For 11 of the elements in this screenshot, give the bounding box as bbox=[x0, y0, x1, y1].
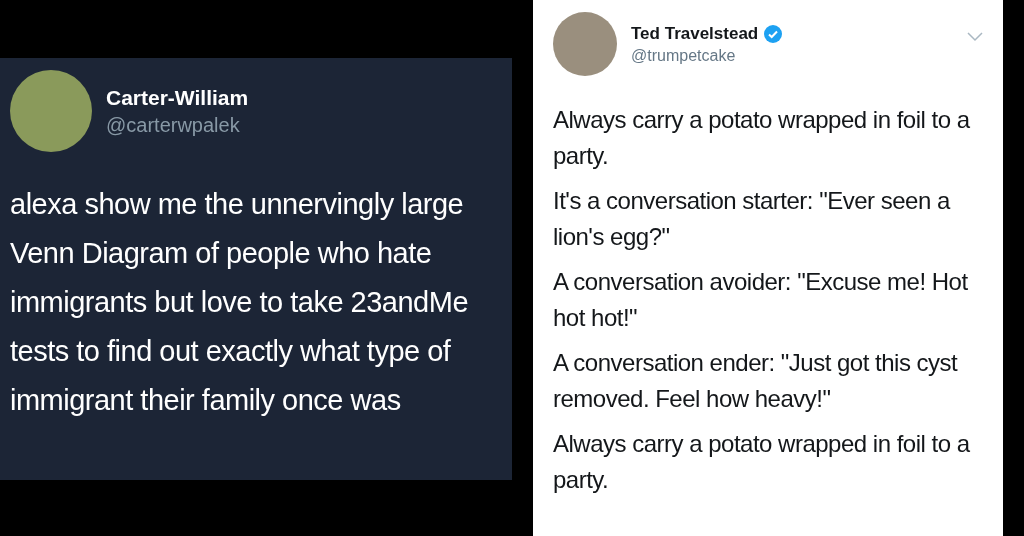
tweet-text: Always carry a potato wrapped in foil to a party. bbox=[553, 429, 971, 495]
user-handle[interactable]: @trumpetcake bbox=[631, 46, 953, 65]
tweet-text: alexa show me the unnervingly large Venn Diagram of people who hate immigrants but love to take 23andMe tests to find out exactly what type of immigrant their family once was bbox=[10, 187, 470, 418]
display-name[interactable]: Ted Travelstead bbox=[631, 23, 759, 44]
tweet-text: A conversation ender: "Just got this cyst removed. Feel how heavy!" bbox=[553, 348, 959, 414]
display-name[interactable]: Carter-William bbox=[106, 85, 249, 110]
tweet-text: A conversation avoider: "Excuse me! Hot hot hot!" bbox=[553, 267, 969, 333]
chevron-down-icon[interactable] bbox=[967, 32, 983, 42]
tweet-text: It's a conversation starter: "Ever seen a lion's egg?" bbox=[553, 186, 952, 252]
user-handle[interactable]: @carterwpalek bbox=[106, 113, 508, 137]
tweet-text: Always carry a potato wrapped in foil to a party. bbox=[553, 105, 971, 171]
